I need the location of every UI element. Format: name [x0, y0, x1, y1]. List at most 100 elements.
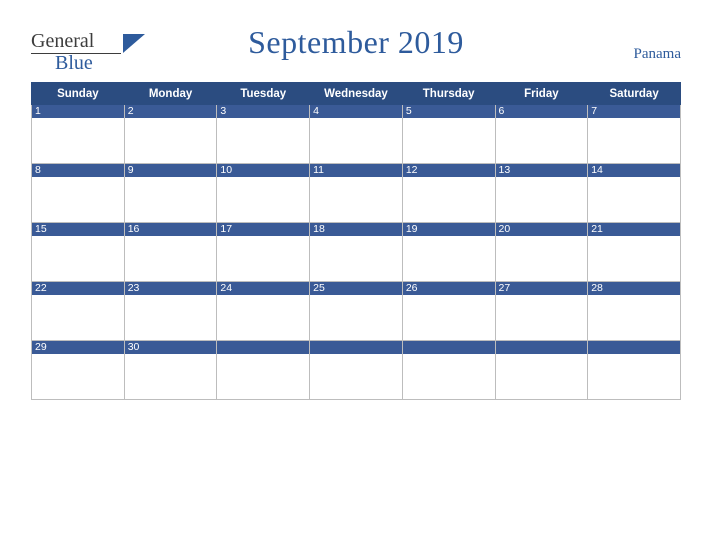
day-cell-body[interactable]: [310, 354, 402, 399]
day-number: [588, 341, 680, 354]
day-cell-body[interactable]: [217, 295, 309, 340]
day-number: 6: [495, 105, 588, 118]
day-cell-body[interactable]: [217, 177, 309, 222]
day-cell-body[interactable]: [496, 177, 588, 222]
country-label: Panama: [633, 46, 681, 62]
weekday-header-monday: Monday: [123, 82, 218, 105]
day-number: [310, 341, 402, 354]
week-row: 22 23 24 25 26 27 28: [31, 281, 681, 341]
day-cell-body[interactable]: [403, 236, 495, 281]
day-cell-empty[interactable]: [309, 340, 403, 400]
day-cell-body[interactable]: [496, 118, 588, 163]
day-number: 2: [124, 105, 217, 118]
calendar-page: General Blue September 2019 Panama Sunda…: [0, 0, 712, 550]
day-number: 17: [217, 223, 310, 236]
day-cell[interactable]: 5: [401, 104, 496, 164]
day-cell-body[interactable]: [496, 354, 588, 399]
day-number: 19: [402, 223, 495, 236]
day-cell-body[interactable]: [403, 354, 495, 399]
day-cell[interactable]: 30: [123, 340, 218, 400]
day-cell[interactable]: 22: [31, 281, 125, 341]
day-cell[interactable]: 8: [31, 163, 125, 223]
day-cell-body[interactable]: [32, 354, 124, 399]
day-cell-body[interactable]: [310, 236, 402, 281]
day-cell-body[interactable]: [125, 354, 217, 399]
day-number: [495, 341, 588, 354]
day-cell[interactable]: 4: [309, 104, 403, 164]
weekday-header-tuesday: Tuesday: [216, 82, 311, 105]
day-cell-body[interactable]: [403, 295, 495, 340]
day-cell-body[interactable]: [32, 236, 124, 281]
day-cell-body[interactable]: [403, 118, 495, 163]
day-cell-body[interactable]: [32, 295, 124, 340]
day-cell-empty[interactable]: [494, 340, 589, 400]
day-cell[interactable]: 3: [216, 104, 311, 164]
day-cell-body[interactable]: [588, 354, 680, 399]
day-cell[interactable]: 19: [401, 222, 496, 282]
day-cell-body[interactable]: [588, 236, 680, 281]
day-number: 28: [588, 282, 680, 295]
day-cell[interactable]: 27: [494, 281, 589, 341]
day-cell-body[interactable]: [403, 177, 495, 222]
day-cell[interactable]: 14: [587, 163, 681, 223]
day-cell-body[interactable]: [32, 118, 124, 163]
day-cell[interactable]: 28: [587, 281, 681, 341]
day-number: 12: [402, 164, 495, 177]
day-cell-body[interactable]: [310, 177, 402, 222]
day-number: 8: [32, 164, 124, 177]
month-grid: Sunday Monday Tuesday Wednesday Thursday…: [31, 82, 681, 400]
day-cell[interactable]: 6: [494, 104, 589, 164]
day-cell-body[interactable]: [125, 236, 217, 281]
day-cell[interactable]: 15: [31, 222, 125, 282]
day-cell[interactable]: 20: [494, 222, 589, 282]
day-number: 16: [124, 223, 217, 236]
day-cell[interactable]: 12: [401, 163, 496, 223]
day-cell[interactable]: 1: [31, 104, 125, 164]
day-cell-body[interactable]: [310, 295, 402, 340]
day-cell-body[interactable]: [125, 177, 217, 222]
day-cell[interactable]: 13: [494, 163, 589, 223]
day-cell[interactable]: 2: [123, 104, 218, 164]
day-cell-body[interactable]: [310, 118, 402, 163]
day-cell[interactable]: 23: [123, 281, 218, 341]
day-cell-empty[interactable]: [401, 340, 496, 400]
week-row: 8 9 10 11 12 13 14: [31, 163, 681, 223]
day-number: 24: [217, 282, 310, 295]
day-cell[interactable]: 26: [401, 281, 496, 341]
day-number: 21: [588, 223, 680, 236]
day-number: 23: [124, 282, 217, 295]
day-number: 15: [32, 223, 124, 236]
day-number: 25: [310, 282, 402, 295]
day-cell[interactable]: 25: [309, 281, 403, 341]
day-cell-body[interactable]: [217, 354, 309, 399]
day-cell[interactable]: 21: [587, 222, 681, 282]
day-number: [217, 341, 310, 354]
day-cell[interactable]: 11: [309, 163, 403, 223]
day-cell[interactable]: 17: [216, 222, 311, 282]
day-cell[interactable]: 16: [123, 222, 218, 282]
day-cell[interactable]: 9: [123, 163, 218, 223]
day-cell-body[interactable]: [588, 295, 680, 340]
day-cell-body[interactable]: [588, 118, 680, 163]
day-number: 3: [217, 105, 310, 118]
day-cell-empty[interactable]: [587, 340, 681, 400]
weekday-header-row: Sunday Monday Tuesday Wednesday Thursday…: [31, 82, 681, 105]
day-cell[interactable]: 7: [587, 104, 681, 164]
day-cell-body[interactable]: [496, 295, 588, 340]
day-cell-body[interactable]: [125, 118, 217, 163]
day-cell[interactable]: 10: [216, 163, 311, 223]
day-cell-empty[interactable]: [216, 340, 311, 400]
day-number: 27: [495, 282, 588, 295]
day-cell-body[interactable]: [125, 295, 217, 340]
day-cell-body[interactable]: [217, 236, 309, 281]
day-cell[interactable]: 29: [31, 340, 125, 400]
day-cell-body[interactable]: [32, 177, 124, 222]
day-cell[interactable]: 18: [309, 222, 403, 282]
day-cell-body[interactable]: [217, 118, 309, 163]
day-cell[interactable]: 24: [216, 281, 311, 341]
day-number: 14: [588, 164, 680, 177]
day-cell-body[interactable]: [588, 177, 680, 222]
weekday-header-saturday: Saturday: [587, 82, 681, 105]
page-header: General Blue September 2019 Panama: [0, 0, 712, 82]
day-cell-body[interactable]: [496, 236, 588, 281]
